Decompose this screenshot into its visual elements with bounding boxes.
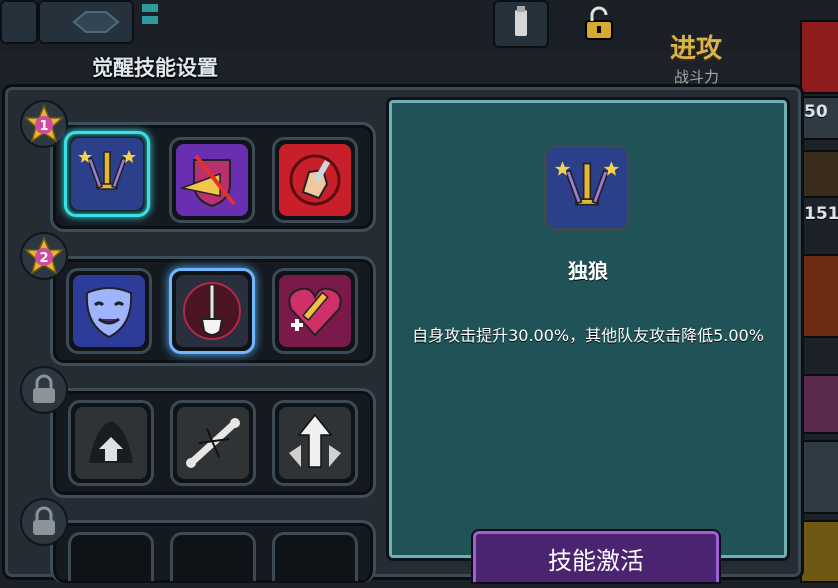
skill-broken-bone[interactable] bbox=[170, 400, 256, 486]
attack-label[interactable]: 进攻 bbox=[670, 28, 722, 65]
fist-hammer-icon bbox=[279, 144, 351, 216]
heart-sword-icon bbox=[279, 275, 351, 347]
tier-badge: 1 bbox=[20, 100, 68, 148]
right-strip bbox=[800, 374, 838, 434]
top-slot-left bbox=[0, 0, 38, 44]
skill-fist-hammer[interactable] bbox=[272, 137, 358, 223]
gem-icon bbox=[72, 11, 120, 33]
star-badge-icon: 2 bbox=[24, 236, 64, 275]
side-stat: 151 bbox=[804, 204, 838, 224]
side-stat: 50 bbox=[804, 102, 828, 122]
tier-badge: 2 bbox=[20, 232, 68, 280]
wolf-swords-icon bbox=[71, 138, 143, 210]
skill-wolf-swords[interactable] bbox=[64, 131, 150, 217]
indicator-bar bbox=[142, 16, 158, 24]
item-slot[interactable] bbox=[493, 0, 549, 48]
skill-slot-locked[interactable] bbox=[170, 532, 256, 581]
skill-detail-panel: 独狼 自身攻击提升30.00%，其他队友攻击降低5.00% bbox=[389, 100, 787, 558]
theater-mask-icon bbox=[73, 275, 145, 347]
gem-slot[interactable] bbox=[38, 0, 134, 44]
skill-arrow-up[interactable] bbox=[68, 400, 154, 486]
tier-lock-badge bbox=[20, 366, 68, 414]
right-strip bbox=[800, 150, 838, 198]
detail-skill-icon-frame bbox=[544, 145, 630, 231]
skill-rising-arrows[interactable] bbox=[272, 400, 358, 486]
skill-shield-slash[interactable] bbox=[169, 137, 255, 223]
lock-icon bbox=[33, 506, 55, 535]
right-strip bbox=[800, 254, 838, 338]
rising-arrows-icon bbox=[279, 407, 351, 479]
indicator-bar bbox=[142, 4, 158, 12]
star-badge-icon: 1 bbox=[24, 104, 64, 143]
unlock-icon[interactable] bbox=[582, 6, 616, 42]
broken-bone-icon bbox=[177, 407, 249, 479]
shield-slash-icon bbox=[176, 144, 248, 216]
panel-title: 觉醒技能设置 bbox=[92, 56, 218, 80]
activate-skill-button[interactable]: 技能激活 bbox=[473, 531, 719, 582]
lock-icon bbox=[33, 374, 55, 403]
skill-description: 自身攻击提升30.00%，其他队友攻击降低5.00% bbox=[412, 326, 764, 345]
wolf-swords-icon bbox=[547, 148, 627, 228]
tier-number: 1 bbox=[39, 119, 48, 134]
skill-theater-mask[interactable] bbox=[66, 268, 152, 354]
skill-shovel[interactable] bbox=[169, 268, 255, 354]
right-strip bbox=[800, 440, 838, 514]
skill-name: 独狼 bbox=[568, 259, 608, 283]
skill-heart-sword[interactable] bbox=[272, 268, 358, 354]
tier-lock-badge bbox=[20, 498, 68, 546]
skill-slot-locked[interactable] bbox=[68, 532, 154, 581]
bottle-icon bbox=[515, 6, 527, 36]
skill-slot-locked[interactable] bbox=[272, 532, 358, 581]
arrow-up-icon bbox=[75, 407, 147, 479]
shovel-icon bbox=[176, 275, 248, 347]
tier-number: 2 bbox=[39, 251, 48, 266]
right-strip bbox=[800, 520, 838, 583]
right-strip-red bbox=[800, 20, 838, 94]
